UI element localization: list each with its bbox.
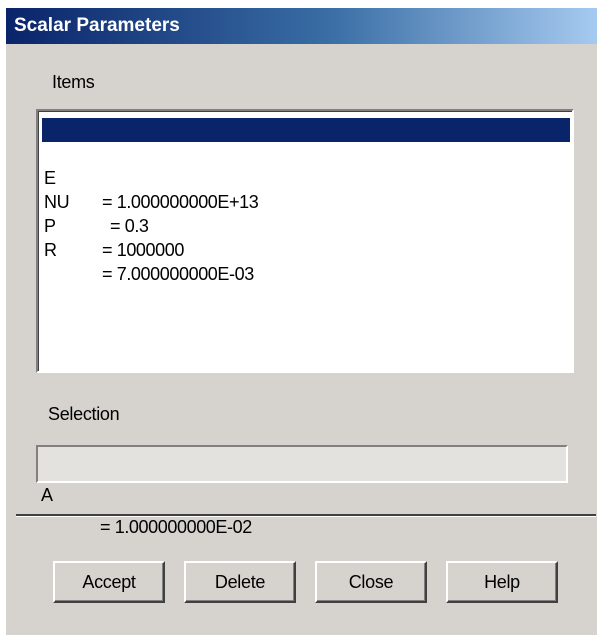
list-item-e[interactable]: E = 1.000000000E+13 xyxy=(42,142,570,212)
window-title: Scalar Parameters xyxy=(14,15,180,36)
delete-button[interactable]: Delete xyxy=(184,561,296,603)
separator-line xyxy=(16,514,596,517)
list-item-name: R xyxy=(44,240,57,260)
list-item-value: = 1000000 xyxy=(102,240,184,260)
scalar-parameters-dialog: Scalar Parameters Items A = 1.000000000E… xyxy=(6,8,597,635)
list-item-p[interactable]: P = 1000000 xyxy=(42,190,570,260)
selection-label: Selection xyxy=(48,404,120,424)
items-label: Items xyxy=(52,72,95,92)
selection-name: A xyxy=(41,485,53,505)
title-bar[interactable]: Scalar Parameters xyxy=(6,8,597,44)
list-item-nu[interactable]: NU = 0.3 xyxy=(42,166,570,236)
list-item-value: = 7.000000000E-03 xyxy=(102,264,254,284)
help-button[interactable]: Help xyxy=(446,561,558,603)
list-item-a[interactable]: A = 1.000000000E-02 xyxy=(42,118,570,188)
selection-field[interactable]: A = 1.000000000E-02 xyxy=(36,445,568,537)
close-button[interactable]: Close xyxy=(315,561,427,603)
items-listbox[interactable]: A = 1.000000000E-02 E = 1.000000000E+13 … xyxy=(36,109,574,373)
accept-button[interactable]: Accept xyxy=(53,561,165,603)
list-item-r[interactable]: R = 7.000000000E-03 xyxy=(42,214,570,284)
